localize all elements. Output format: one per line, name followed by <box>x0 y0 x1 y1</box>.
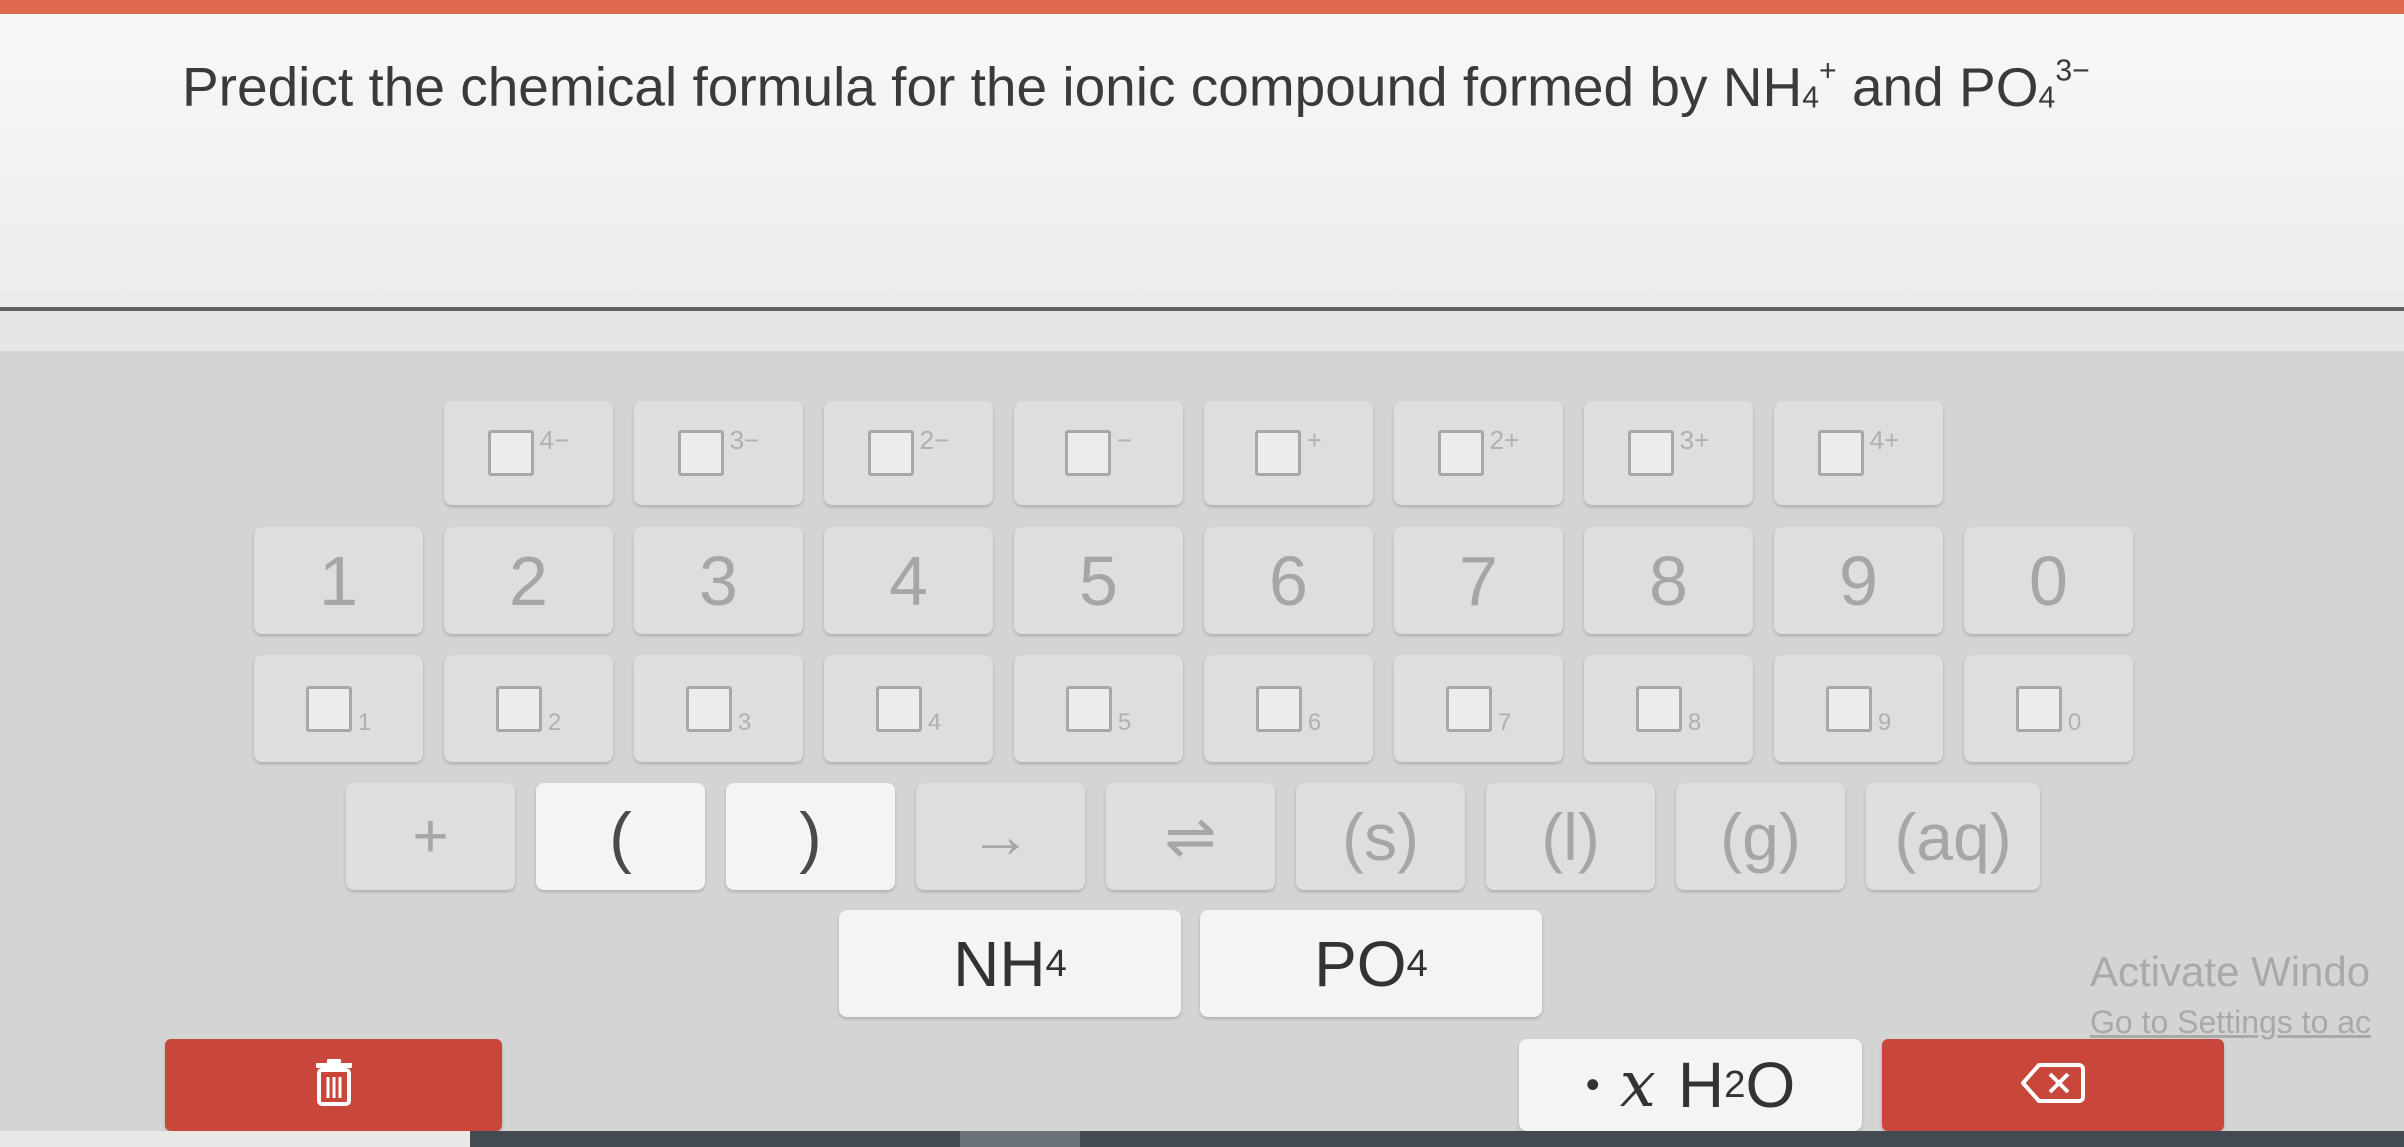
close-parenthesis-key[interactable]: ) <box>726 783 895 890</box>
digit-key-7[interactable]: 7 <box>1394 527 1563 634</box>
gas-phase-key[interactable]: (g) <box>1676 783 1845 890</box>
charge-key-4-minus[interactable]: 4− <box>444 401 613 505</box>
placeholder-box-icon <box>1437 430 1484 476</box>
digit-key-2[interactable]: 2 <box>444 527 613 634</box>
digit-key-9[interactable]: 9 <box>1774 527 1943 634</box>
subscript-key-0[interactable]: 0 <box>1964 655 2133 762</box>
cation-formula: NH4+ <box>1722 54 1837 118</box>
subscript-key-7[interactable]: 7 <box>1394 655 1563 762</box>
windows-activation-watermark: Activate Windo Go to Settings to ac <box>2090 948 2372 1040</box>
digit-key-3[interactable]: 3 <box>634 527 803 634</box>
subscript-key-1[interactable]: 1 <box>254 655 423 762</box>
placeholder-box-icon <box>685 685 732 732</box>
question-text: Predict the chemical formula for the ion… <box>182 54 2090 119</box>
digit-key-4[interactable]: 4 <box>824 527 993 634</box>
ion-key-nh4[interactable]: NH 4 <box>839 910 1181 1017</box>
open-parenthesis-key[interactable]: ( <box>536 783 705 890</box>
placeholder-box-icon <box>1635 685 1682 732</box>
placeholder-box-icon <box>875 685 922 732</box>
charge-key-4-plus[interactable]: 4+ <box>1774 401 1943 505</box>
placeholder-box-icon <box>867 430 914 476</box>
subscript-key-3[interactable]: 3 <box>634 655 803 762</box>
placeholder-box-icon <box>1064 430 1111 476</box>
subscript-key-2[interactable]: 2 <box>444 655 613 762</box>
backspace-button[interactable] <box>1882 1039 2224 1131</box>
taskbar-strip <box>0 1131 2404 1147</box>
placeholder-box-icon <box>1627 430 1674 476</box>
digit-key-0[interactable]: 0 <box>1964 527 2133 634</box>
charge-key-3-plus[interactable]: 3+ <box>1584 401 1753 505</box>
anion-formula: PO43− <box>1959 54 2090 118</box>
placeholder-box-icon <box>1445 685 1492 732</box>
digit-key-8[interactable]: 8 <box>1584 527 1753 634</box>
solid-phase-key[interactable]: (s) <box>1296 783 1465 890</box>
digit-key-1[interactable]: 1 <box>254 527 423 634</box>
subscript-key-5[interactable]: 5 <box>1014 655 1183 762</box>
placeholder-box-icon <box>1255 685 1302 732</box>
charge-key-3-minus[interactable]: 3− <box>634 401 803 505</box>
digit-key-5[interactable]: 5 <box>1014 527 1183 634</box>
answer-area[interactable] <box>0 311 2404 351</box>
hydrate-key[interactable]: • x H2O <box>1519 1039 1862 1131</box>
subscript-key-9[interactable]: 9 <box>1774 655 1943 762</box>
subscript-key-8[interactable]: 8 <box>1584 655 1753 762</box>
plus-key[interactable]: + <box>346 783 515 890</box>
placeholder-box-icon <box>487 430 534 476</box>
placeholder-box-icon <box>1817 430 1864 476</box>
subscript-key-4[interactable]: 4 <box>824 655 993 762</box>
question-prompt: Predict the chemical formula for the ion… <box>182 55 1708 118</box>
placeholder-box-icon <box>1065 685 1112 732</box>
equilibrium-arrow-key[interactable]: ⇌ <box>1106 783 1275 890</box>
backspace-icon <box>2021 1062 2085 1109</box>
charge-key-minus[interactable]: − <box>1014 401 1183 505</box>
question-panel: Predict the chemical formula for the ion… <box>0 14 2404 307</box>
subscript-key-6[interactable]: 6 <box>1204 655 1373 762</box>
reaction-arrow-key[interactable]: → <box>916 783 1085 890</box>
top-accent-bar <box>0 0 2404 14</box>
placeholder-box-icon <box>2015 685 2062 732</box>
placeholder-box-icon <box>495 685 542 732</box>
charge-key-plus[interactable]: + <box>1204 401 1373 505</box>
aqueous-phase-key[interactable]: (aq) <box>1866 783 2040 890</box>
question-conjunction: and <box>1851 55 1944 118</box>
liquid-phase-key[interactable]: (l) <box>1486 783 1655 890</box>
digit-key-6[interactable]: 6 <box>1204 527 1373 634</box>
ion-key-po4[interactable]: PO 4 <box>1200 910 1542 1017</box>
charge-key-2-plus[interactable]: 2+ <box>1394 401 1563 505</box>
placeholder-box-icon <box>305 685 352 732</box>
placeholder-box-icon <box>677 430 724 476</box>
placeholder-box-icon <box>1825 685 1872 732</box>
delete-all-button[interactable] <box>165 1039 502 1131</box>
placeholder-box-icon <box>1254 430 1301 476</box>
trash-icon <box>312 1058 356 1113</box>
charge-key-2-minus[interactable]: 2− <box>824 401 993 505</box>
